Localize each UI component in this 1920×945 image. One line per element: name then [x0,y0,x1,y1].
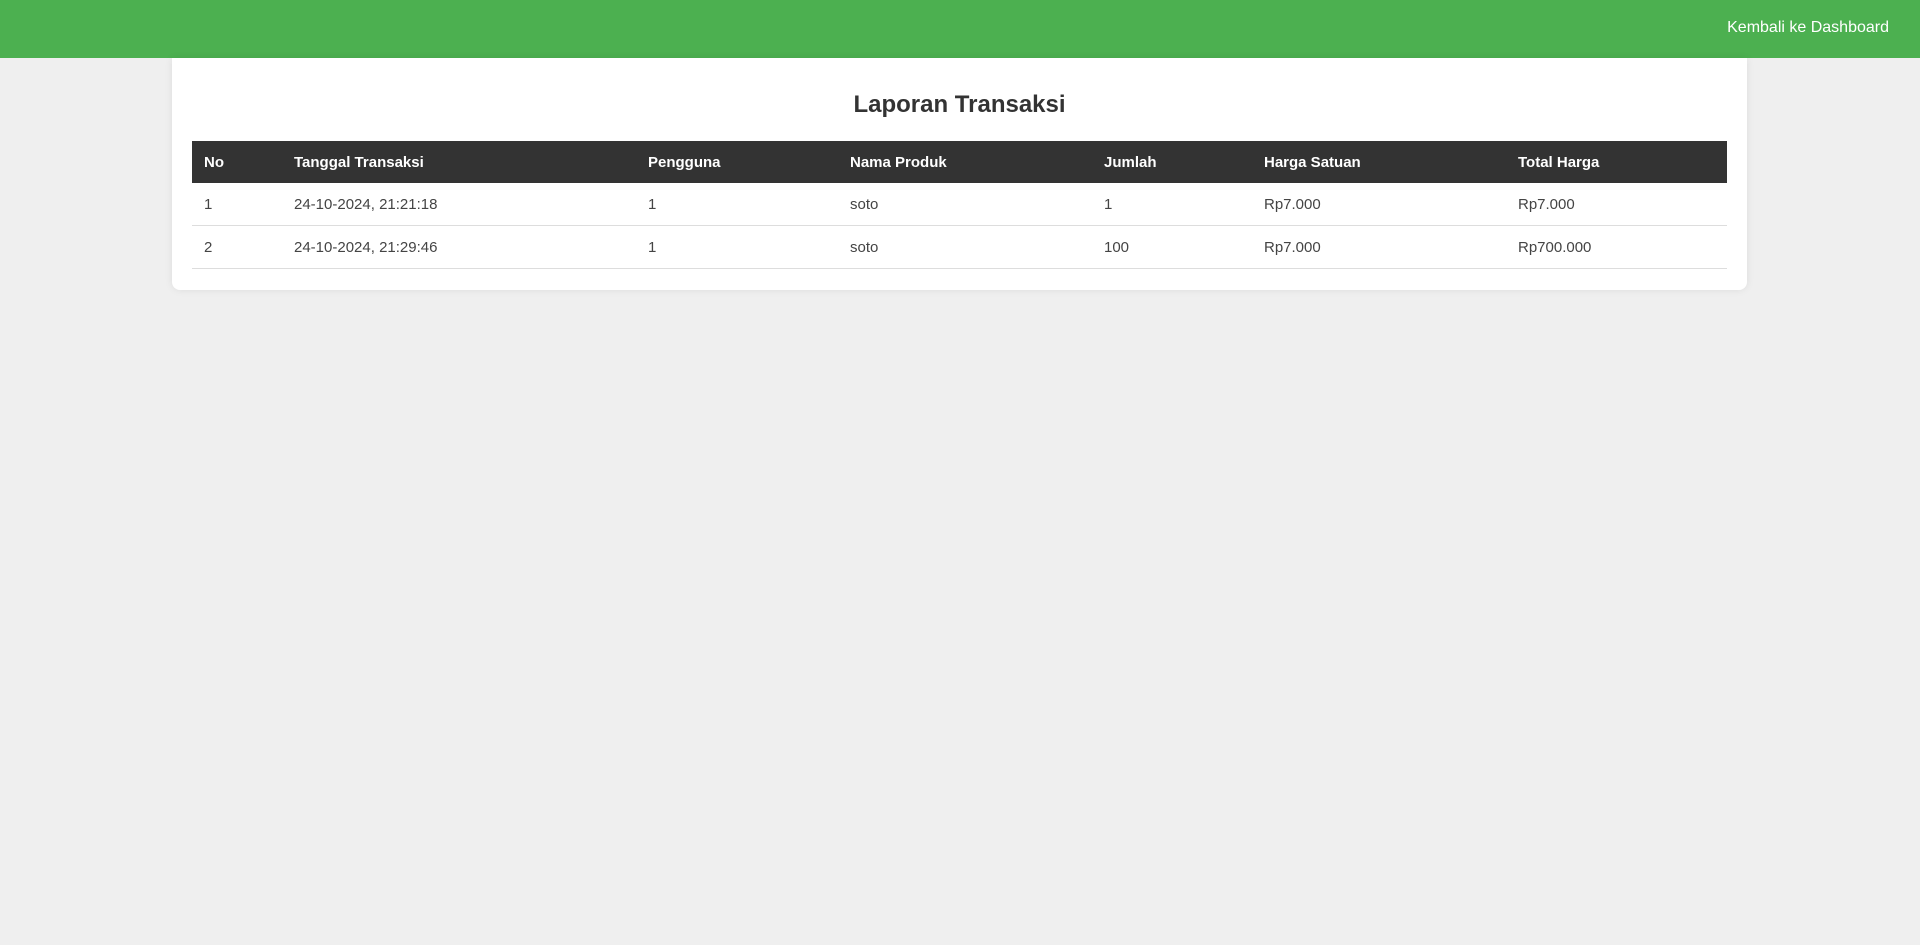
cell-no: 1 [192,183,282,226]
cell-quantity: 100 [1092,225,1252,269]
top-navbar: Kembali ke Dashboard [0,0,1920,58]
column-header-total-price: Total Harga [1518,153,1600,171]
cell-total-price: Rp700.000 [1506,225,1727,269]
column-header-unit-price: Harga Satuan [1264,153,1361,171]
page-title: Laporan Transaksi [853,91,1066,118]
cell-total-price: Rp7.000 [1506,183,1727,226]
cell-user: 1 [636,183,838,226]
cell-transaction-date: 24-10-2024, 21:29:46 [282,225,636,269]
column-header-quantity: Jumlah [1104,153,1157,171]
report-card: Laporan Transaksi No Tanggal Transaksi P… [172,58,1747,290]
table-row: 2 24-10-2024, 21:29:46 1 soto 100 Rp7.00… [192,225,1727,269]
cell-no: 2 [192,225,282,269]
back-to-dashboard-link[interactable]: Kembali ke Dashboard [1727,19,1889,37]
column-header-no: No [204,153,224,171]
cell-product-name: soto [838,183,1092,226]
cell-unit-price: Rp7.000 [1252,225,1506,269]
cell-transaction-date: 24-10-2024, 21:21:18 [282,183,636,226]
column-header-user: Pengguna [648,153,721,171]
table-header-row: No Tanggal Transaksi Pengguna Nama Produ… [192,141,1727,183]
cell-user: 1 [636,225,838,269]
transactions-table: No Tanggal Transaksi Pengguna Nama Produ… [192,141,1727,269]
cell-unit-price: Rp7.000 [1252,183,1506,226]
table-row: 1 24-10-2024, 21:21:18 1 soto 1 Rp7.000 … [192,183,1727,226]
column-header-product-name: Nama Produk [850,153,947,171]
cell-quantity: 1 [1092,183,1252,226]
column-header-transaction-date: Tanggal Transaksi [294,153,424,171]
cell-product-name: soto [838,225,1092,269]
